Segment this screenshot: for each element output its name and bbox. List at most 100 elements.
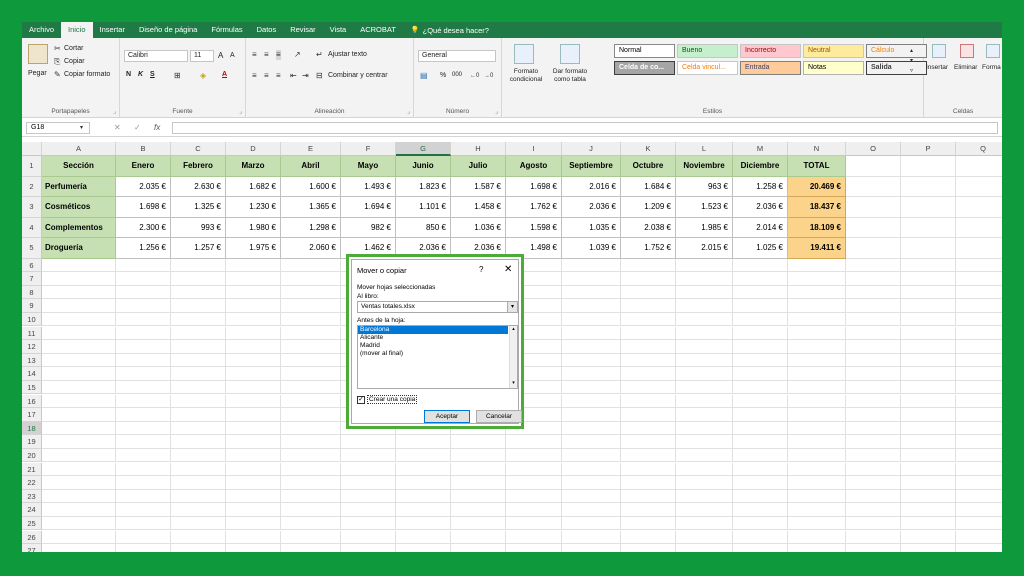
empty-cell[interactable] — [226, 285, 281, 300]
empty-cell[interactable] — [901, 503, 956, 517]
empty-cell[interactable] — [116, 544, 171, 552]
empty-cell[interactable] — [506, 462, 562, 477]
value-cell[interactable]: 2.035 € — [116, 176, 171, 197]
create-copy-checkbox[interactable]: ✓ — [357, 396, 365, 404]
empty-cell[interactable] — [846, 156, 901, 177]
empty-cell[interactable] — [42, 530, 116, 545]
empty-cell[interactable] — [788, 312, 846, 327]
column-header-h[interactable]: H — [451, 142, 506, 156]
value-cell[interactable]: 963 € — [676, 176, 733, 197]
section-cell[interactable]: Perfumería — [42, 176, 116, 197]
empty-cell[interactable] — [956, 299, 1002, 313]
table-header-cell[interactable]: Enero — [116, 156, 171, 177]
empty-cell[interactable] — [901, 530, 956, 545]
empty-cell[interactable] — [562, 258, 621, 273]
empty-cell[interactable] — [226, 394, 281, 409]
empty-cell[interactable] — [226, 340, 281, 354]
ok-button[interactable]: Aceptar — [424, 410, 470, 423]
empty-cell[interactable] — [621, 285, 676, 300]
row-header-9[interactable]: 9 — [22, 299, 42, 313]
empty-cell[interactable] — [562, 503, 621, 517]
empty-cell[interactable] — [341, 476, 396, 490]
empty-cell[interactable] — [396, 530, 451, 545]
value-cell[interactable]: 2.630 € — [171, 176, 226, 197]
empty-cell[interactable] — [171, 503, 226, 517]
empty-cell[interactable] — [733, 380, 788, 395]
empty-cell[interactable] — [846, 421, 901, 436]
empty-cell[interactable] — [451, 462, 506, 477]
empty-cell[interactable] — [901, 285, 956, 300]
empty-cell[interactable] — [788, 530, 846, 545]
column-header-e[interactable]: E — [281, 142, 341, 156]
row-header-20[interactable]: 20 — [22, 448, 42, 463]
empty-cell[interactable] — [281, 312, 341, 327]
styles-scroll-down-icon[interactable]: ▾ — [910, 56, 913, 66]
empty-cell[interactable] — [788, 285, 846, 300]
empty-cell[interactable] — [621, 516, 676, 531]
empty-cell[interactable] — [171, 258, 226, 273]
total-cell[interactable]: 19.411 € — [788, 238, 846, 259]
empty-cell[interactable] — [733, 421, 788, 436]
row-header-7[interactable]: 7 — [22, 272, 42, 286]
empty-cell[interactable] — [956, 449, 1002, 463]
empty-cell[interactable] — [281, 408, 341, 422]
value-cell[interactable]: 1.039 € — [562, 238, 621, 259]
empty-cell[interactable] — [901, 312, 956, 327]
empty-cell[interactable] — [846, 176, 901, 197]
empty-cell[interactable] — [733, 340, 788, 354]
value-cell[interactable]: 2.015 € — [676, 238, 733, 259]
column-header-c[interactable]: C — [171, 142, 226, 156]
empty-cell[interactable] — [788, 380, 846, 395]
empty-cell[interactable] — [226, 421, 281, 436]
empty-cell[interactable] — [506, 516, 562, 531]
empty-cell[interactable] — [396, 462, 451, 477]
value-cell[interactable]: 2.038 € — [621, 217, 676, 238]
empty-cell[interactable] — [562, 272, 621, 286]
empty-cell[interactable] — [901, 380, 956, 395]
empty-cell[interactable] — [901, 353, 956, 368]
empty-cell[interactable] — [956, 340, 1002, 354]
value-cell[interactable]: 1.365 € — [281, 197, 341, 218]
empty-cell[interactable] — [956, 259, 1002, 273]
empty-cell[interactable] — [901, 489, 956, 504]
empty-cell[interactable] — [846, 285, 901, 300]
value-cell[interactable]: 2.036 € — [562, 197, 621, 218]
empty-cell[interactable] — [116, 312, 171, 327]
empty-cell[interactable] — [676, 367, 733, 381]
merge-center-button[interactable]: Combinar y centrar — [328, 72, 388, 79]
empty-cell[interactable] — [226, 326, 281, 341]
column-header-i[interactable]: I — [506, 142, 562, 156]
empty-cell[interactable] — [226, 435, 281, 449]
empty-cell[interactable] — [788, 448, 846, 463]
empty-cell[interactable] — [506, 503, 562, 517]
empty-cell[interactable] — [281, 448, 341, 463]
conditional-format-button[interactable]: Formato condicional — [506, 68, 546, 84]
value-cell[interactable]: 982 € — [341, 217, 396, 238]
empty-cell[interactable] — [733, 476, 788, 490]
column-header-q[interactable]: Q — [956, 142, 1002, 156]
empty-cell[interactable] — [788, 326, 846, 341]
empty-cell[interactable] — [171, 544, 226, 552]
total-cell[interactable]: 18.109 € — [788, 217, 846, 238]
empty-cell[interactable] — [226, 516, 281, 531]
align-middle-icon[interactable]: ≡ — [264, 50, 269, 60]
section-cell[interactable]: Complementos — [42, 217, 116, 238]
empty-cell[interactable] — [42, 326, 116, 341]
empty-cell[interactable] — [788, 476, 846, 490]
format-painter-button[interactable]: Copiar formato — [64, 71, 110, 78]
row-header-23[interactable]: 23 — [22, 489, 42, 504]
value-cell[interactable]: 1.325 € — [171, 197, 226, 218]
empty-cell[interactable] — [171, 367, 226, 381]
grow-font-button[interactable]: A — [218, 51, 223, 60]
empty-cell[interactable] — [116, 476, 171, 490]
section-cell[interactable]: Droguería — [42, 238, 116, 259]
empty-cell[interactable] — [281, 421, 341, 436]
empty-cell[interactable] — [621, 367, 676, 381]
empty-cell[interactable] — [341, 435, 396, 449]
value-cell[interactable]: 1.684 € — [621, 176, 676, 197]
tab-archivo[interactable]: Archivo — [22, 22, 61, 38]
empty-cell[interactable] — [788, 503, 846, 517]
align-left-icon[interactable]: ≡ — [252, 71, 257, 81]
empty-cell[interactable] — [956, 435, 1002, 449]
row-header-6[interactable]: 6 — [22, 258, 42, 273]
